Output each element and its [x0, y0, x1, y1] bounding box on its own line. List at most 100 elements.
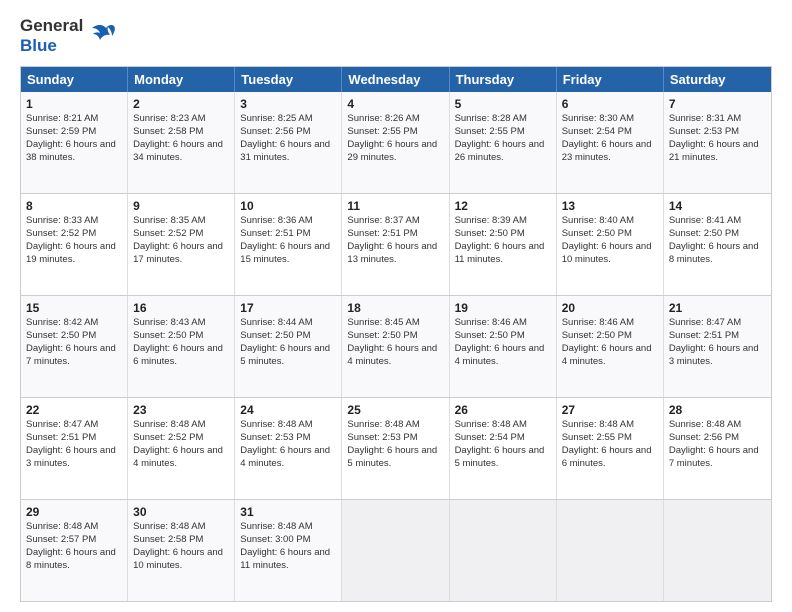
day-number: 3 [240, 96, 336, 112]
calendar-cell: 31Sunrise: 8:48 AMSunset: 3:00 PMDayligh… [235, 500, 342, 601]
calendar-row-3: 15Sunrise: 8:42 AMSunset: 2:50 PMDayligh… [21, 295, 771, 397]
calendar-cell: 5Sunrise: 8:28 AMSunset: 2:55 PMDaylight… [450, 92, 557, 193]
daylight-text: Daylight: 6 hours and 4 minutes. [133, 445, 229, 471]
sunrise-text: Sunrise: 8:48 AM [240, 521, 336, 534]
calendar-cell: 3Sunrise: 8:25 AMSunset: 2:56 PMDaylight… [235, 92, 342, 193]
sunrise-text: Sunrise: 8:48 AM [562, 419, 658, 432]
daylight-text: Daylight: 6 hours and 10 minutes. [133, 547, 229, 573]
day-number: 11 [347, 198, 443, 214]
daylight-text: Daylight: 6 hours and 6 minutes. [562, 445, 658, 471]
sunrise-text: Sunrise: 8:44 AM [240, 317, 336, 330]
sunrise-text: Sunrise: 8:21 AM [26, 113, 122, 126]
day-number: 9 [133, 198, 229, 214]
calendar-cell: 19Sunrise: 8:46 AMSunset: 2:50 PMDayligh… [450, 296, 557, 397]
calendar-cell: 7Sunrise: 8:31 AMSunset: 2:53 PMDaylight… [664, 92, 771, 193]
sunset-text: Sunset: 2:50 PM [455, 228, 551, 241]
day-number: 17 [240, 300, 336, 316]
daylight-text: Daylight: 6 hours and 5 minutes. [240, 343, 336, 369]
sunrise-text: Sunrise: 8:33 AM [26, 215, 122, 228]
day-number: 13 [562, 198, 658, 214]
sunrise-text: Sunrise: 8:41 AM [669, 215, 766, 228]
daylight-text: Daylight: 6 hours and 17 minutes. [133, 241, 229, 267]
calendar-cell: 29Sunrise: 8:48 AMSunset: 2:57 PMDayligh… [21, 500, 128, 601]
logo-block: GeneralBlue [20, 16, 118, 56]
sunset-text: Sunset: 2:55 PM [347, 126, 443, 139]
sunset-text: Sunset: 2:51 PM [669, 330, 766, 343]
sunrise-text: Sunrise: 8:48 AM [133, 419, 229, 432]
header-day-thursday: Thursday [450, 67, 557, 92]
sunset-text: Sunset: 2:50 PM [562, 330, 658, 343]
sunrise-text: Sunrise: 8:48 AM [240, 419, 336, 432]
calendar-cell: 24Sunrise: 8:48 AMSunset: 2:53 PMDayligh… [235, 398, 342, 499]
sunrise-text: Sunrise: 8:25 AM [240, 113, 336, 126]
sunset-text: Sunset: 2:50 PM [240, 330, 336, 343]
sunrise-text: Sunrise: 8:48 AM [26, 521, 122, 534]
calendar-cell: 14Sunrise: 8:41 AMSunset: 2:50 PMDayligh… [664, 194, 771, 295]
sunset-text: Sunset: 2:53 PM [669, 126, 766, 139]
calendar-cell: 4Sunrise: 8:26 AMSunset: 2:55 PMDaylight… [342, 92, 449, 193]
calendar-row-2: 8Sunrise: 8:33 AMSunset: 2:52 PMDaylight… [21, 193, 771, 295]
sunrise-text: Sunrise: 8:36 AM [240, 215, 336, 228]
sunrise-text: Sunrise: 8:45 AM [347, 317, 443, 330]
sunrise-text: Sunrise: 8:37 AM [347, 215, 443, 228]
header-day-sunday: Sunday [21, 67, 128, 92]
daylight-text: Daylight: 6 hours and 7 minutes. [26, 343, 122, 369]
day-number: 18 [347, 300, 443, 316]
sunrise-text: Sunrise: 8:47 AM [669, 317, 766, 330]
daylight-text: Daylight: 6 hours and 19 minutes. [26, 241, 122, 267]
daylight-text: Daylight: 6 hours and 13 minutes. [347, 241, 443, 267]
calendar-row-4: 22Sunrise: 8:47 AMSunset: 2:51 PMDayligh… [21, 397, 771, 499]
sunrise-text: Sunrise: 8:35 AM [133, 215, 229, 228]
header: GeneralBlue [20, 16, 772, 56]
day-number: 30 [133, 504, 229, 520]
sunset-text: Sunset: 2:57 PM [26, 534, 122, 547]
day-number: 5 [455, 96, 551, 112]
daylight-text: Daylight: 6 hours and 10 minutes. [562, 241, 658, 267]
calendar: SundayMondayTuesdayWednesdayThursdayFrid… [20, 66, 772, 602]
daylight-text: Daylight: 6 hours and 8 minutes. [669, 241, 766, 267]
day-number: 4 [347, 96, 443, 112]
day-number: 6 [562, 96, 658, 112]
logo: GeneralBlue [20, 16, 118, 56]
day-number: 2 [133, 96, 229, 112]
calendar-cell: 22Sunrise: 8:47 AMSunset: 2:51 PMDayligh… [21, 398, 128, 499]
sunset-text: Sunset: 2:54 PM [562, 126, 658, 139]
day-number: 25 [347, 402, 443, 418]
calendar-cell: 23Sunrise: 8:48 AMSunset: 2:52 PMDayligh… [128, 398, 235, 499]
sunrise-text: Sunrise: 8:30 AM [562, 113, 658, 126]
calendar-cell [557, 500, 664, 601]
daylight-text: Daylight: 6 hours and 6 minutes. [133, 343, 229, 369]
day-number: 24 [240, 402, 336, 418]
daylight-text: Daylight: 6 hours and 26 minutes. [455, 139, 551, 165]
sunset-text: Sunset: 2:56 PM [669, 432, 766, 445]
sunrise-text: Sunrise: 8:48 AM [347, 419, 443, 432]
day-number: 10 [240, 198, 336, 214]
sunset-text: Sunset: 2:52 PM [133, 432, 229, 445]
sunset-text: Sunset: 2:58 PM [133, 126, 229, 139]
daylight-text: Daylight: 6 hours and 4 minutes. [240, 445, 336, 471]
calendar-cell: 1Sunrise: 8:21 AMSunset: 2:59 PMDaylight… [21, 92, 128, 193]
calendar-cell: 6Sunrise: 8:30 AMSunset: 2:54 PMDaylight… [557, 92, 664, 193]
header-day-saturday: Saturday [664, 67, 771, 92]
sunset-text: Sunset: 2:50 PM [455, 330, 551, 343]
daylight-text: Daylight: 6 hours and 38 minutes. [26, 139, 122, 165]
sunset-text: Sunset: 2:53 PM [347, 432, 443, 445]
daylight-text: Daylight: 6 hours and 5 minutes. [347, 445, 443, 471]
calendar-cell: 10Sunrise: 8:36 AMSunset: 2:51 PMDayligh… [235, 194, 342, 295]
daylight-text: Daylight: 6 hours and 3 minutes. [669, 343, 766, 369]
sunset-text: Sunset: 2:55 PM [562, 432, 658, 445]
daylight-text: Daylight: 6 hours and 34 minutes. [133, 139, 229, 165]
page: GeneralBlue SundayMondayTuesdayWednesday… [0, 0, 792, 612]
day-number: 21 [669, 300, 766, 316]
calendar-cell [342, 500, 449, 601]
day-number: 14 [669, 198, 766, 214]
daylight-text: Daylight: 6 hours and 11 minutes. [455, 241, 551, 267]
logo-bird-icon [86, 20, 118, 52]
day-number: 26 [455, 402, 551, 418]
sunrise-text: Sunrise: 8:40 AM [562, 215, 658, 228]
day-number: 28 [669, 402, 766, 418]
calendar-cell: 28Sunrise: 8:48 AMSunset: 2:56 PMDayligh… [664, 398, 771, 499]
sunset-text: Sunset: 2:51 PM [240, 228, 336, 241]
sunset-text: Sunset: 2:51 PM [26, 432, 122, 445]
sunset-text: Sunset: 2:50 PM [347, 330, 443, 343]
